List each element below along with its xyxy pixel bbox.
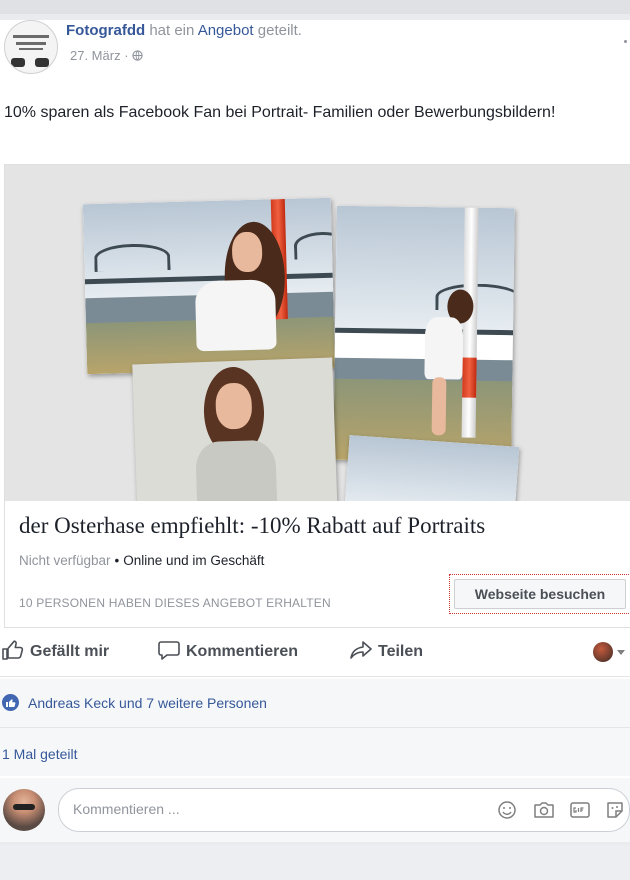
- action-bar: Gefällt mir Kommentieren Teilen: [0, 626, 630, 677]
- author-verb: hat ein: [145, 22, 198, 39]
- post-text: 10% sparen als Facebook Fan bei Portrait…: [4, 104, 556, 121]
- like-badge-icon: [2, 694, 19, 711]
- gif-icon[interactable]: [569, 800, 591, 820]
- like-label: Gefällt mir: [30, 643, 110, 660]
- author-name[interactable]: Fotografdd: [66, 22, 145, 39]
- like-button[interactable]: Gefällt mir: [2, 640, 109, 661]
- share-label: Teilen: [378, 643, 424, 660]
- status-bullet: •: [114, 553, 120, 568]
- page-avatar[interactable]: [4, 20, 58, 74]
- avatar-sunglasses: [13, 804, 35, 810]
- availability-label: Nicht verfügbar: [19, 553, 111, 568]
- comment-input[interactable]: Kommentieren ...: [58, 788, 630, 832]
- share-count[interactable]: 1 Mal geteilt: [2, 746, 77, 762]
- thumbs-up-icon: [2, 640, 24, 660]
- avatar-logo-mark: [35, 58, 49, 67]
- photo-red-pole: [462, 357, 477, 398]
- share-button[interactable]: Teilen: [350, 640, 423, 661]
- reactions-row: Andreas Keck und 7 weitere Personen: [0, 679, 630, 728]
- photo-face: [231, 231, 263, 273]
- comment-placeholder: Kommentieren ...: [73, 801, 180, 817]
- photo-portrait-woman: [132, 357, 338, 501]
- post-options-icon[interactable]: [624, 40, 627, 43]
- photo-dress: [424, 317, 464, 380]
- comment-composer: Kommentieren ...: [0, 778, 630, 842]
- offer-claimed-count: 10 PERSONEN HABEN DIESES ANGEBOT ERHALTE…: [19, 596, 331, 610]
- offer-status: Nicht verfügbar • Online und im Geschäft: [19, 553, 264, 568]
- author-line: Fotografdd hat ein Angebot geteilt.: [66, 22, 302, 39]
- comment-button[interactable]: Kommentieren: [158, 640, 298, 661]
- photo-pole-woman: [333, 205, 515, 463]
- post-header: Fotografdd hat ein Angebot geteilt. 27. …: [4, 20, 604, 80]
- speech-bubble-icon: [158, 641, 180, 660]
- photo-sky: [344, 435, 520, 501]
- meta-separator: ·: [120, 48, 133, 63]
- author-verb-end: geteilt.: [253, 22, 302, 39]
- comment-label: Kommentieren: [186, 643, 299, 660]
- visit-website-focus-ring: Webseite besuchen: [449, 574, 630, 614]
- channel-label: Online und im Geschäft: [123, 553, 265, 568]
- reactions-summary[interactable]: Andreas Keck und 7 weitere Personen: [28, 695, 267, 711]
- sticker-icon[interactable]: [605, 800, 625, 820]
- photo-sky: [335, 205, 515, 331]
- offer-image[interactable]: [5, 165, 630, 501]
- post-date[interactable]: 27. März: [70, 48, 121, 63]
- camera-icon[interactable]: [533, 800, 555, 820]
- bottom-feed-band: [0, 845, 630, 880]
- user-avatar[interactable]: [3, 789, 45, 831]
- globe-icon: [132, 50, 143, 61]
- avatar-logo-line: [13, 35, 49, 38]
- avatar-logo-line: [19, 48, 43, 50]
- photo-bridge-woman: [82, 197, 336, 375]
- post-as-avatar[interactable]: [593, 642, 613, 662]
- post-meta: 27. März ·: [70, 48, 143, 63]
- offer-attachment[interactable]: der Osterhase empfiehlt: -10% Rabatt auf…: [4, 164, 630, 628]
- top-feed-band: [0, 0, 630, 14]
- chevron-down-icon[interactable]: [617, 650, 625, 655]
- visit-website-button[interactable]: Webseite besuchen: [454, 579, 626, 609]
- photo-face: [214, 382, 253, 430]
- photo-sky-corner: [344, 435, 520, 501]
- emoji-icon[interactable]: [497, 800, 517, 820]
- photo-dress: [194, 279, 277, 352]
- offer-title[interactable]: der Osterhase empfiehlt: -10% Rabatt auf…: [19, 513, 485, 539]
- shares-row: 1 Mal geteilt: [0, 728, 630, 776]
- avatar-logo-line: [16, 42, 46, 45]
- offer-link[interactable]: Angebot: [198, 22, 254, 39]
- share-arrow-icon: [350, 641, 372, 659]
- photo-legs: [431, 377, 447, 436]
- avatar-logo-mark: [11, 58, 25, 67]
- photo-top: [195, 439, 279, 501]
